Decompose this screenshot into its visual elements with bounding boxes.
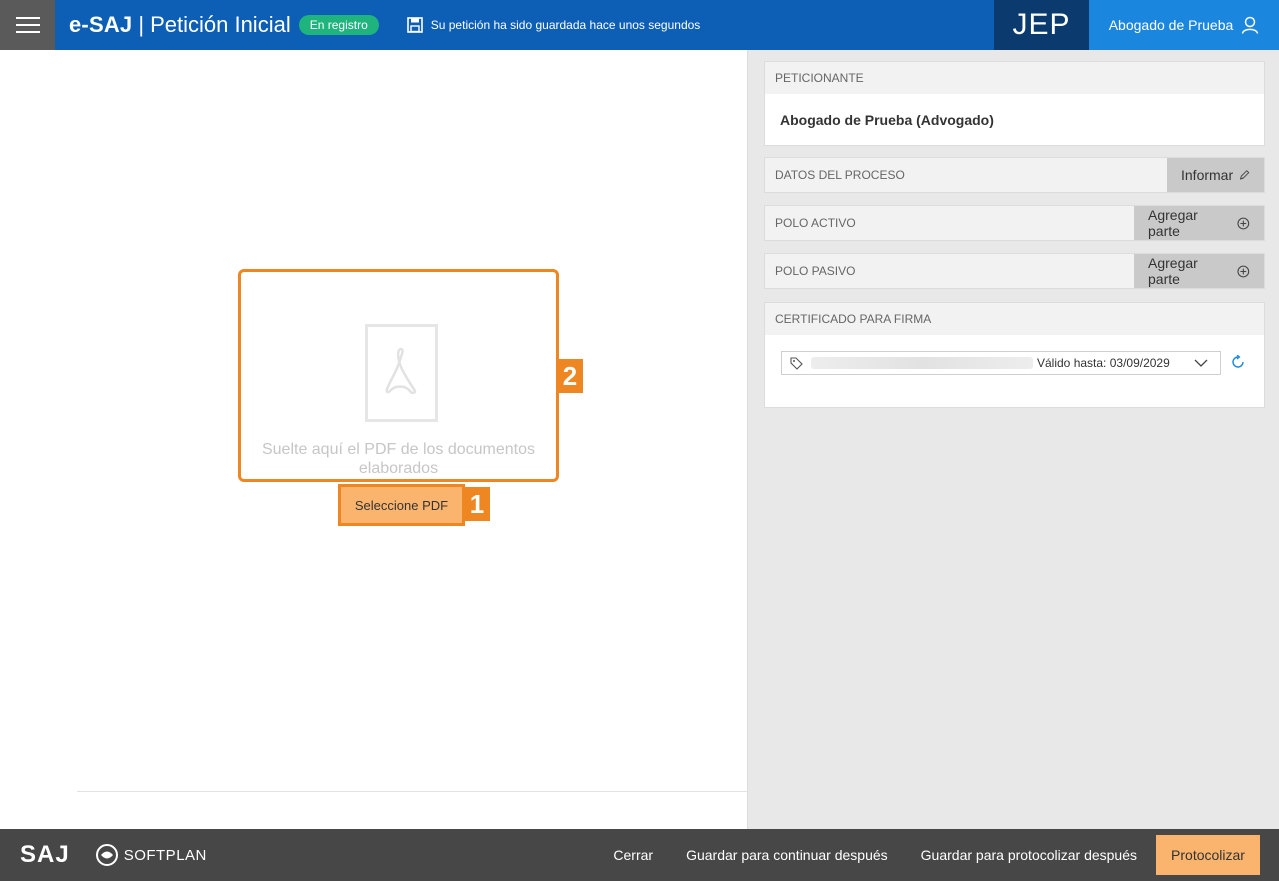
agregar-parte-label: Agregar parte [1148, 207, 1198, 239]
top-header: e-SAJ | Petición Inicial En registro Su … [0, 0, 1279, 50]
document-area: Suelte aquí el PDF de los documentos ela… [0, 50, 747, 829]
save-protocol-later-button[interactable]: Guardar para protocolizar después [921, 847, 1137, 863]
refresh-icon[interactable] [1231, 355, 1245, 369]
plus-circle-icon [1237, 265, 1250, 277]
softplan-shield-icon [95, 844, 118, 866]
plus-circle-icon [1237, 217, 1250, 229]
certificate-select[interactable]: Válido hasta: 03/09/2029 [781, 351, 1221, 375]
court-label: JEP [994, 0, 1089, 50]
pencil-icon [1239, 170, 1250, 180]
user-name: Abogado de Prueba [1108, 17, 1234, 33]
bottom-footer: SAJ SOFTPLAN Cerrar Guardar para continu… [0, 829, 1279, 881]
agregar-parte-label: Agregar parte [1148, 255, 1198, 287]
menu-line [15, 24, 40, 26]
acrobat-icon [385, 347, 417, 395]
page-title: Petición Inicial [150, 12, 291, 37]
polo-pasivo-row: POLO PASIVO Agregar parte [764, 253, 1265, 289]
certificado-label: CERTIFICADO PARA FIRMA [765, 303, 1264, 335]
title-separator: | [138, 12, 145, 37]
pdf-file-icon [365, 324, 438, 422]
saj-logo: SAJ [20, 841, 70, 868]
step-marker-1: 1 [464, 487, 490, 521]
informar-label: Informar [1181, 167, 1234, 183]
menu-line [15, 17, 40, 19]
protocolizar-button[interactable]: Protocolizar [1156, 835, 1260, 875]
select-pdf-button[interactable]: Seleccione PDF [338, 484, 465, 526]
step-marker-2: 2 [557, 359, 583, 393]
user-menu-button[interactable]: Abogado de Prueba [1089, 0, 1279, 50]
peticionante-name: Abogado de Prueba (Advogado) [780, 112, 994, 128]
brand-logo: e-SAJ [69, 12, 133, 37]
datos-proceso-label: DATOS DEL PROCESO [775, 168, 905, 182]
datos-proceso-row: DATOS DEL PROCESO Informar [764, 157, 1265, 193]
save-continue-button[interactable]: Guardar para continuar después [686, 847, 888, 863]
menu-line [15, 31, 40, 33]
hamburger-menu-button[interactable] [0, 0, 55, 50]
certificate-name-redacted [811, 357, 1033, 369]
footer-actions: Cerrar Guardar para continuar después Gu… [613, 835, 1260, 875]
certificado-card: CERTIFICADO PARA FIRMA Válido hasta: 03/… [764, 302, 1265, 408]
save-status-text: Su petición ha sido guardada hace unos s… [430, 18, 701, 32]
agregar-parte-activo-button[interactable]: Agregar parte [1134, 206, 1264, 240]
status-badge: En registro [298, 15, 379, 35]
close-button[interactable]: Cerrar [613, 847, 653, 863]
polo-activo-row: POLO ACTIVO Agregar parte [764, 205, 1265, 241]
informar-button[interactable]: Informar [1167, 158, 1264, 192]
dropzone-text: Suelte aquí el PDF de los documentos ela… [261, 441, 536, 477]
certificate-valid-until: Válido hasta: 03/09/2029 [1037, 356, 1170, 370]
softplan-logo: SOFTPLAN [95, 844, 207, 866]
pdf-dropzone[interactable]: Suelte aquí el PDF de los documentos ela… [238, 269, 559, 482]
peticionante-card: PETICIONANTE Abogado de Prueba (Advogado… [764, 61, 1265, 146]
save-status: Su petición ha sido guardada hace unos s… [406, 17, 701, 33]
tag-icon [790, 356, 803, 370]
divider [77, 791, 747, 792]
polo-activo-label: POLO ACTIVO [775, 216, 856, 230]
floppy-disk-icon [406, 17, 423, 33]
user-icon [1242, 16, 1259, 34]
softplan-text: SOFTPLAN [123, 846, 207, 864]
agregar-parte-pasivo-button[interactable]: Agregar parte [1134, 254, 1264, 288]
polo-pasivo-label: POLO PASIVO [775, 264, 856, 278]
chevron-down-icon [1194, 359, 1208, 367]
certificado-body: Válido hasta: 03/09/2029 [765, 335, 1264, 407]
side-panel: PETICIONANTE Abogado de Prueba (Advogado… [747, 50, 1279, 829]
peticionante-label: PETICIONANTE [765, 62, 1264, 94]
